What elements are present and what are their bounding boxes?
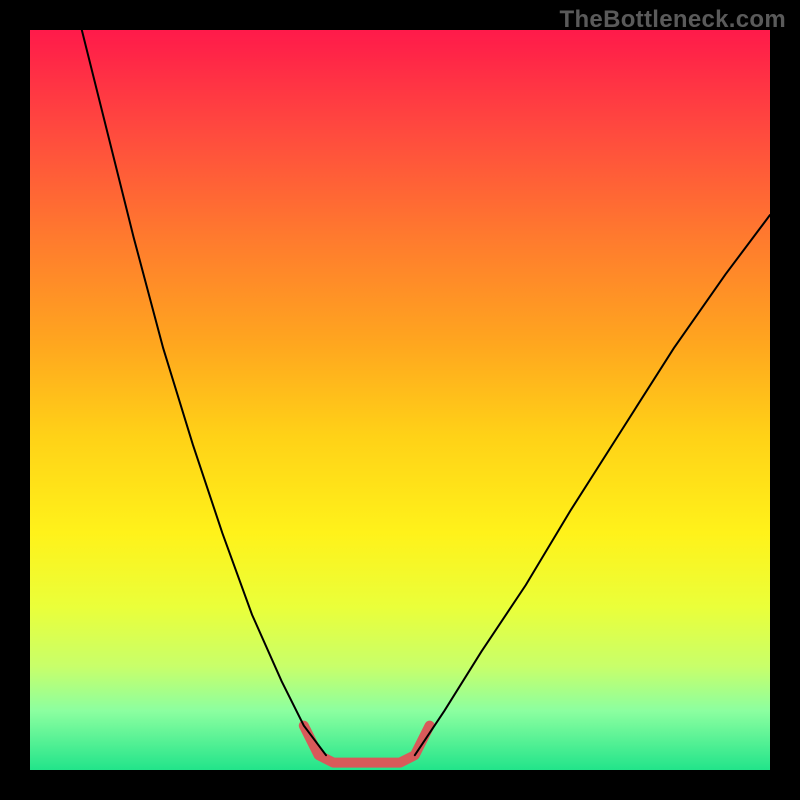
left-branch-path [82,30,326,755]
right-branch-path [415,215,770,755]
plot-area [30,30,770,770]
chart-frame: TheBottleneck.com [0,0,800,800]
trough-marker-path [304,726,430,763]
curve-layer [30,30,770,770]
